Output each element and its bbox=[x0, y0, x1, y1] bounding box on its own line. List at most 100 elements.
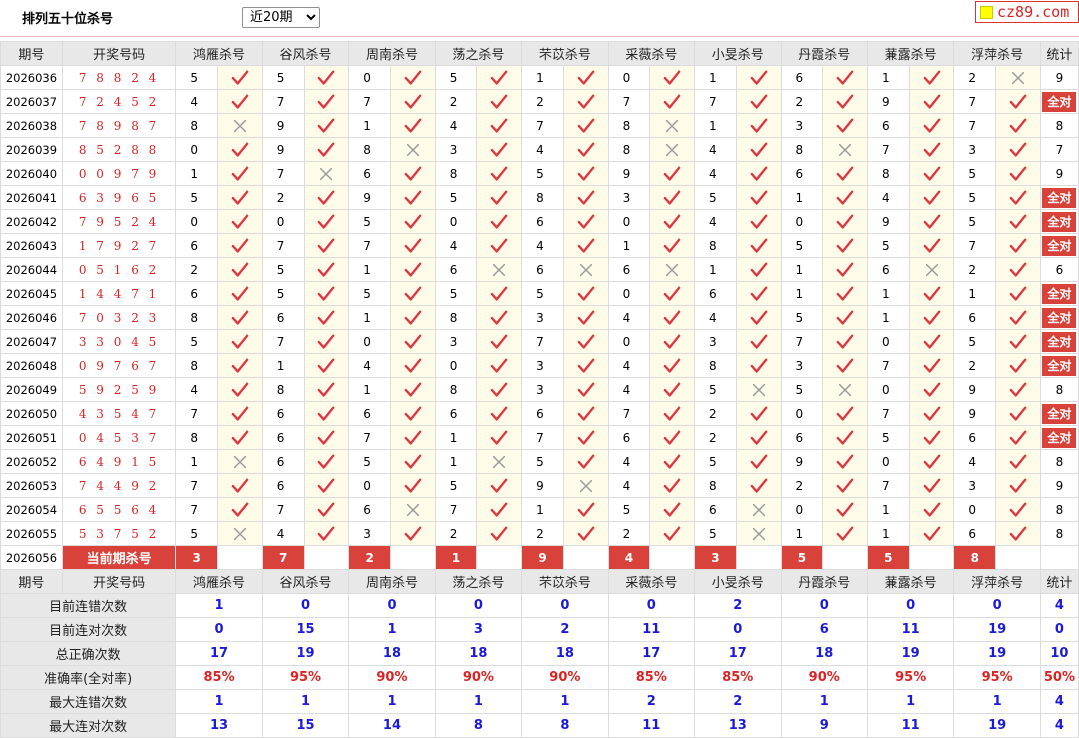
check-icon bbox=[663, 166, 681, 181]
result-mark-cell bbox=[562, 425, 609, 450]
kill-number-cell: 3 bbox=[607, 185, 651, 210]
header-expert[interactable]: 浮萍杀号 bbox=[953, 41, 1041, 66]
kill-number-cell: 5 bbox=[694, 185, 737, 210]
kill-number-cell: 5 bbox=[780, 233, 824, 258]
header-expert[interactable]: 芣苡杀号 bbox=[521, 41, 609, 66]
kill-number-cell: 7 bbox=[521, 113, 564, 138]
header-expert[interactable]: 荡之杀号 bbox=[434, 569, 523, 594]
kill-number-cell: 7 bbox=[434, 497, 478, 522]
kill-number-cell: 8 bbox=[175, 113, 219, 138]
kill-number-cell: 5 bbox=[175, 185, 219, 210]
result-mark-cell bbox=[649, 257, 696, 282]
kill-number-cell: 0 bbox=[261, 209, 305, 234]
kill-number-cell: 4 bbox=[348, 353, 391, 378]
header-expert[interactable]: 鸿雁杀号 bbox=[175, 569, 263, 594]
header-expert[interactable]: 小旻杀号 bbox=[694, 41, 782, 66]
result-mark-cell bbox=[217, 137, 263, 162]
result-mark-cell bbox=[995, 473, 1041, 498]
result-mark-cell bbox=[476, 185, 523, 210]
result-mark-cell bbox=[217, 473, 263, 498]
result-mark-cell bbox=[217, 89, 263, 114]
summary-value: 0 bbox=[866, 593, 955, 618]
kill-number-cell: 7 bbox=[866, 401, 910, 426]
check-icon bbox=[318, 334, 335, 349]
kill-number-cell: 8 bbox=[694, 233, 737, 258]
header-stat: 统计 bbox=[1039, 41, 1079, 66]
check-icon bbox=[490, 214, 508, 229]
site-logo[interactable]: cz89.com bbox=[975, 1, 1079, 23]
header-expert[interactable]: 小旻杀号 bbox=[694, 569, 782, 594]
stat-cell: 8 bbox=[1039, 377, 1079, 402]
header-expert[interactable]: 谷风杀号 bbox=[261, 41, 350, 66]
check-icon bbox=[836, 190, 854, 205]
table-row: 2026046 7 0 3 2 3 8 6 1 8 3 4 4 5 1 6 全对 bbox=[0, 305, 1079, 330]
result-mark-cell bbox=[822, 113, 868, 138]
kill-number-cell: 1 bbox=[953, 281, 997, 306]
header-expert[interactable]: 鸿雁杀号 bbox=[175, 41, 263, 66]
header-expert[interactable]: 谷风杀号 bbox=[261, 569, 350, 594]
result-mark-cell bbox=[217, 233, 263, 258]
kill-number-cell: 7 bbox=[521, 425, 564, 450]
header-expert[interactable]: 丹霞杀号 bbox=[780, 41, 868, 66]
check-icon bbox=[318, 454, 335, 469]
check-icon bbox=[404, 454, 422, 469]
result-mark-cell bbox=[217, 401, 263, 426]
check-icon bbox=[1009, 502, 1027, 517]
check-icon bbox=[663, 310, 681, 325]
check-icon bbox=[1009, 238, 1027, 253]
summary-value: 19 bbox=[953, 641, 1041, 666]
result-mark-cell bbox=[908, 209, 955, 234]
result-mark-cell bbox=[822, 401, 868, 426]
cross-icon bbox=[752, 504, 765, 517]
kill-number-cell: 2 bbox=[694, 425, 737, 450]
result-mark-cell bbox=[390, 113, 436, 138]
header-expert[interactable]: 蒹露杀号 bbox=[866, 41, 955, 66]
header-expert[interactable]: 周南杀号 bbox=[348, 41, 436, 66]
header-expert[interactable]: 荡之杀号 bbox=[434, 41, 523, 66]
kill-number-cell: 6 bbox=[694, 281, 737, 306]
header-expert[interactable]: 丹霞杀号 bbox=[780, 569, 868, 594]
result-mark-cell bbox=[303, 113, 350, 138]
kill-number-cell: 1 bbox=[780, 281, 824, 306]
kill-number-cell: 7 bbox=[261, 89, 305, 114]
kill-number-cell: 1 bbox=[175, 449, 219, 474]
check-icon bbox=[836, 262, 854, 277]
check-icon bbox=[404, 286, 422, 301]
check-icon bbox=[836, 454, 854, 469]
check-icon bbox=[923, 526, 940, 541]
header-expert[interactable]: 蒹露杀号 bbox=[866, 569, 955, 594]
current-empty-cell bbox=[735, 545, 782, 570]
result-mark-cell bbox=[908, 65, 955, 90]
check-icon bbox=[404, 190, 422, 205]
period-select[interactable]: 近20期 bbox=[242, 7, 320, 28]
check-icon bbox=[577, 142, 595, 157]
check-icon bbox=[490, 70, 508, 85]
summary-value: 13 bbox=[175, 713, 263, 738]
header-expert[interactable]: 采薇杀号 bbox=[607, 41, 696, 66]
check-icon bbox=[404, 70, 422, 85]
kill-number-cell: 5 bbox=[434, 185, 478, 210]
table-row: 2026043 1 7 9 2 7 6 7 7 4 4 1 8 5 5 7 全对 bbox=[0, 233, 1079, 258]
check-icon bbox=[923, 166, 940, 181]
header-expert[interactable]: 浮萍杀号 bbox=[953, 569, 1041, 594]
check-icon bbox=[231, 190, 249, 205]
check-icon bbox=[318, 526, 335, 541]
result-mark-cell bbox=[303, 281, 350, 306]
result-mark-cell bbox=[649, 89, 696, 114]
header-expert[interactable]: 采薇杀号 bbox=[607, 569, 696, 594]
result-mark-cell bbox=[217, 497, 263, 522]
kill-number-cell: 9 bbox=[348, 185, 391, 210]
check-icon bbox=[750, 70, 768, 85]
kill-number-cell: 1 bbox=[780, 185, 824, 210]
header-expert[interactable]: 周南杀号 bbox=[348, 569, 436, 594]
kill-number-cell: 0 bbox=[348, 473, 391, 498]
cross-icon bbox=[406, 144, 419, 157]
result-mark-cell bbox=[562, 233, 609, 258]
kill-number-cell: 6 bbox=[175, 281, 219, 306]
check-icon bbox=[318, 118, 335, 133]
result-mark-cell bbox=[476, 353, 523, 378]
check-icon bbox=[923, 454, 940, 469]
summary-value: 0 bbox=[175, 617, 263, 642]
header-expert[interactable]: 芣苡杀号 bbox=[521, 569, 609, 594]
result-mark-cell bbox=[217, 305, 263, 330]
